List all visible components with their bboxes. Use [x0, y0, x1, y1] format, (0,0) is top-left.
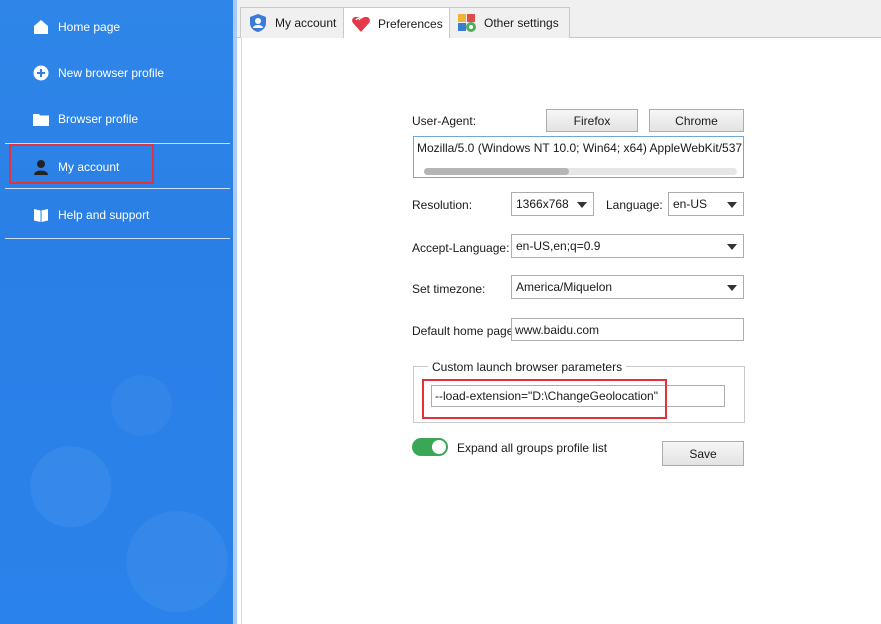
chevron-down-icon — [727, 285, 737, 291]
language-label: Language: — [606, 198, 663, 212]
sidebar-item-label: Home page — [58, 20, 121, 34]
expand-groups-label: Expand all groups profile list — [457, 441, 608, 455]
highlight-box — [9, 144, 154, 184]
home-page-label: Default home page: — [412, 324, 517, 338]
sidebar-item-label: New browser profile — [58, 66, 165, 80]
tab-label: Preferences — [378, 16, 443, 31]
resolution-select[interactable]: 1366x768 — [511, 192, 594, 216]
plus-circle-icon — [33, 65, 49, 81]
sidebar-item-new-browser-profile[interactable]: New browser profile — [0, 50, 236, 96]
accept-language-value: en-US,en;q=0.9 — [516, 239, 601, 253]
toggle-knob — [432, 440, 446, 454]
shield-user-icon — [247, 12, 269, 34]
sidebar-border — [233, 0, 237, 624]
tab-preferences[interactable]: Preferences — [343, 7, 454, 39]
chrome-button[interactable]: Chrome — [649, 109, 744, 132]
sidebar-divider — [5, 238, 230, 239]
tab-bar: My account Preferences Other settings — [237, 0, 881, 39]
sidebar-item-browser-profile[interactable]: Browser profile — [0, 96, 236, 142]
sidebar-divider — [5, 188, 230, 189]
accept-language-label: Accept-Language: — [412, 241, 510, 255]
accept-language-select[interactable]: en-US,en;q=0.9 — [511, 234, 744, 258]
sidebar-item-home-page[interactable]: Home page — [0, 4, 236, 50]
firefox-button[interactable]: Firefox — [546, 109, 638, 132]
timezone-label: Set timezone: — [412, 282, 486, 296]
timezone-select[interactable]: America/Miquelon — [511, 275, 744, 299]
user-agent-field[interactable]: Mozilla/5.0 (Windows NT 10.0; Win64; x64… — [413, 136, 744, 178]
folder-icon — [33, 111, 49, 127]
sidebar-item-help-and-support[interactable]: Help and support — [0, 192, 236, 238]
tab-my-account[interactable]: My account — [240, 7, 348, 38]
chevron-down-icon — [727, 202, 737, 208]
puzzle-gear-icon — [456, 12, 478, 34]
resolution-label: Resolution: — [412, 198, 473, 212]
book-icon — [33, 207, 49, 223]
save-button[interactable]: Save — [662, 441, 744, 466]
user-agent-value: Mozilla/5.0 (Windows NT 10.0; Win64; x64… — [417, 141, 744, 155]
tab-other-settings[interactable]: Other settings — [449, 7, 570, 38]
language-value: en-US — [673, 197, 708, 211]
chevron-down-icon — [727, 244, 737, 250]
sidebar: Home page New browser profile Browser pr… — [0, 0, 236, 624]
language-select[interactable]: en-US — [668, 192, 744, 216]
horizontal-scrollbar[interactable] — [424, 168, 737, 175]
timezone-value: America/Miquelon — [516, 280, 613, 294]
chevron-down-icon — [577, 202, 587, 208]
sidebar-item-label: Help and support — [58, 208, 150, 222]
home-page-input[interactable]: www.baidu.com — [511, 318, 744, 341]
user-agent-label: User-Agent: — [412, 114, 477, 128]
resolution-value: 1366x768 — [516, 197, 569, 211]
home-icon — [33, 19, 49, 35]
highlight-box — [422, 379, 667, 419]
custom-params-title: Custom launch browser parameters — [428, 360, 627, 374]
scrollbar-thumb[interactable] — [424, 168, 569, 175]
tab-label: Other settings — [484, 16, 559, 30]
expand-groups-toggle[interactable] — [412, 438, 448, 456]
tab-label: My account — [275, 16, 337, 30]
sidebar-item-label: Browser profile — [58, 112, 139, 126]
heart-icon — [350, 13, 372, 35]
